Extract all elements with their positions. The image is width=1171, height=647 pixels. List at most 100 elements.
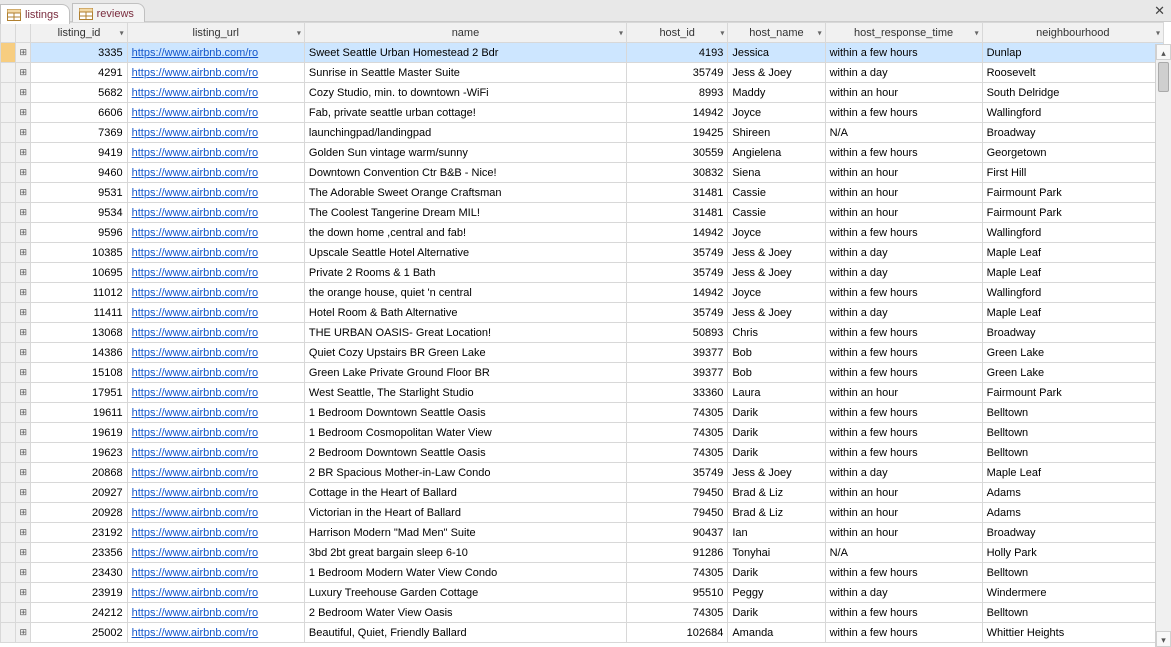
cell-host_id[interactable]: 35749 xyxy=(627,243,728,263)
cell-listing_id[interactable]: 23192 xyxy=(31,523,127,543)
cell-host_name[interactable]: Jess & Joey xyxy=(728,243,825,263)
cell-host_id[interactable]: 31481 xyxy=(627,203,728,223)
cell-host_response_time[interactable]: N/A xyxy=(825,543,982,563)
cell-name[interactable]: Green Lake Private Ground Floor BR xyxy=(304,363,626,383)
listing-url-link[interactable]: https://www.airbnb.com/ro xyxy=(132,547,259,559)
cell-listing_id[interactable]: 20868 xyxy=(31,463,127,483)
cell-host_id[interactable]: 39377 xyxy=(627,363,728,383)
cell-neighbourhood[interactable]: Dunlap xyxy=(982,43,1163,63)
listing-url-link[interactable]: https://www.airbnb.com/ro xyxy=(132,287,259,299)
cell-host_name[interactable]: Jess & Joey xyxy=(728,63,825,83)
expand-row-icon[interactable]: ⊞ xyxy=(16,163,31,183)
cell-host_name[interactable]: Ian xyxy=(728,523,825,543)
cell-listing_url[interactable]: https://www.airbnb.com/ro xyxy=(127,563,304,583)
cell-name[interactable]: 2 Bedroom Water View Oasis xyxy=(304,603,626,623)
cell-neighbourhood[interactable]: Maple Leaf xyxy=(982,263,1163,283)
expand-row-icon[interactable]: ⊞ xyxy=(16,543,31,563)
cell-listing_id[interactable]: 14386 xyxy=(31,343,127,363)
expand-row-icon[interactable]: ⊞ xyxy=(16,443,31,463)
row-selector[interactable] xyxy=(1,63,16,83)
col-header-host_name[interactable]: host_name▾ xyxy=(728,23,825,43)
cell-neighbourhood[interactable]: Broadway xyxy=(982,323,1163,343)
expand-row-icon[interactable]: ⊞ xyxy=(16,403,31,423)
cell-host_response_time[interactable]: within a few hours xyxy=(825,223,982,243)
cell-neighbourhood[interactable]: Wallingford xyxy=(982,283,1163,303)
cell-host_response_time[interactable]: within a day xyxy=(825,263,982,283)
cell-host_id[interactable]: 30832 xyxy=(627,163,728,183)
col-header-name[interactable]: name▾ xyxy=(304,23,626,43)
cell-name[interactable]: Quiet Cozy Upstairs BR Green Lake xyxy=(304,343,626,363)
chevron-down-icon[interactable]: ▾ xyxy=(818,28,822,37)
table-row[interactable]: ⊞9419https://www.airbnb.com/roGolden Sun… xyxy=(1,143,1164,163)
cell-host_name[interactable]: Joyce xyxy=(728,283,825,303)
cell-host_response_time[interactable]: N/A xyxy=(825,123,982,143)
col-header-host_response_time[interactable]: host_response_time▾ xyxy=(825,23,982,43)
expand-row-icon[interactable]: ⊞ xyxy=(16,343,31,363)
row-selector[interactable] xyxy=(1,383,16,403)
cell-host_response_time[interactable]: within a few hours xyxy=(825,323,982,343)
expand-row-icon[interactable]: ⊞ xyxy=(16,623,31,643)
listing-url-link[interactable]: https://www.airbnb.com/ro xyxy=(132,527,259,539)
cell-listing_id[interactable]: 10695 xyxy=(31,263,127,283)
cell-host_id[interactable]: 74305 xyxy=(627,443,728,463)
cell-host_response_time[interactable]: within a few hours xyxy=(825,143,982,163)
cell-host_id[interactable]: 74305 xyxy=(627,603,728,623)
cell-host_response_time[interactable]: within a few hours xyxy=(825,43,982,63)
listing-url-link[interactable]: https://www.airbnb.com/ro xyxy=(132,187,259,199)
cell-host_id[interactable]: 90437 xyxy=(627,523,728,543)
expand-row-icon[interactable]: ⊞ xyxy=(16,223,31,243)
cell-name[interactable]: Golden Sun vintage warm/sunny xyxy=(304,143,626,163)
listing-url-link[interactable]: https://www.airbnb.com/ro xyxy=(132,267,259,279)
listing-url-link[interactable]: https://www.airbnb.com/ro xyxy=(132,487,259,499)
table-row[interactable]: ⊞23192https://www.airbnb.com/roHarrison … xyxy=(1,523,1164,543)
cell-listing_url[interactable]: https://www.airbnb.com/ro xyxy=(127,543,304,563)
row-selector[interactable] xyxy=(1,223,16,243)
cell-listing_url[interactable]: https://www.airbnb.com/ro xyxy=(127,163,304,183)
cell-host_id[interactable]: 14942 xyxy=(627,103,728,123)
cell-host_id[interactable]: 35749 xyxy=(627,63,728,83)
expand-row-icon[interactable]: ⊞ xyxy=(16,603,31,623)
expand-row-icon[interactable]: ⊞ xyxy=(16,283,31,303)
listing-url-link[interactable]: https://www.airbnb.com/ro xyxy=(132,127,259,139)
row-selector[interactable] xyxy=(1,583,16,603)
cell-listing_id[interactable]: 19619 xyxy=(31,423,127,443)
cell-host_id[interactable]: 30559 xyxy=(627,143,728,163)
scroll-up-button[interactable]: ▴ xyxy=(1156,44,1171,60)
cell-name[interactable]: THE URBAN OASIS- Great Location! xyxy=(304,323,626,343)
row-selector[interactable] xyxy=(1,263,16,283)
cell-listing_url[interactable]: https://www.airbnb.com/ro xyxy=(127,463,304,483)
cell-host_id[interactable]: 79450 xyxy=(627,483,728,503)
cell-neighbourhood[interactable]: Maple Leaf xyxy=(982,463,1163,483)
cell-host_id[interactable]: 8993 xyxy=(627,83,728,103)
cell-name[interactable]: 1 Bedroom Cosmopolitan Water View xyxy=(304,423,626,443)
cell-neighbourhood[interactable]: Broadway xyxy=(982,523,1163,543)
cell-neighbourhood[interactable]: Broadway xyxy=(982,123,1163,143)
cell-host_name[interactable]: Jess & Joey xyxy=(728,463,825,483)
cell-host_response_time[interactable]: within a day xyxy=(825,303,982,323)
expand-row-icon[interactable]: ⊞ xyxy=(16,383,31,403)
cell-neighbourhood[interactable]: Holly Park xyxy=(982,543,1163,563)
expand-row-icon[interactable]: ⊞ xyxy=(16,43,31,63)
cell-neighbourhood[interactable]: Belltown xyxy=(982,403,1163,423)
cell-host_id[interactable]: 35749 xyxy=(627,303,728,323)
cell-host_name[interactable]: Brad & Liz xyxy=(728,483,825,503)
tab-reviews[interactable]: reviews xyxy=(72,3,145,23)
cell-listing_id[interactable]: 7369 xyxy=(31,123,127,143)
cell-listing_id[interactable]: 17951 xyxy=(31,383,127,403)
cell-host_response_time[interactable]: within a day xyxy=(825,63,982,83)
scroll-thumb[interactable] xyxy=(1158,62,1169,92)
cell-listing_url[interactable]: https://www.airbnb.com/ro xyxy=(127,423,304,443)
cell-host_response_time[interactable]: within an hour xyxy=(825,383,982,403)
cell-name[interactable]: Beautiful, Quiet, Friendly Ballard xyxy=(304,623,626,643)
cell-name[interactable]: Hotel Room & Bath Alternative xyxy=(304,303,626,323)
cell-listing_url[interactable]: https://www.airbnb.com/ro xyxy=(127,43,304,63)
cell-listing_url[interactable]: https://www.airbnb.com/ro xyxy=(127,123,304,143)
listing-url-link[interactable]: https://www.airbnb.com/ro xyxy=(132,387,259,399)
listing-url-link[interactable]: https://www.airbnb.com/ro xyxy=(132,587,259,599)
table-row[interactable]: ⊞19619https://www.airbnb.com/ro1 Bedroom… xyxy=(1,423,1164,443)
cell-host_name[interactable]: Joyce xyxy=(728,223,825,243)
cell-neighbourhood[interactable]: Adams xyxy=(982,503,1163,523)
chevron-down-icon[interactable]: ▾ xyxy=(975,28,979,37)
cell-host_name[interactable]: Laura xyxy=(728,383,825,403)
cell-host_name[interactable]: Cassie xyxy=(728,183,825,203)
